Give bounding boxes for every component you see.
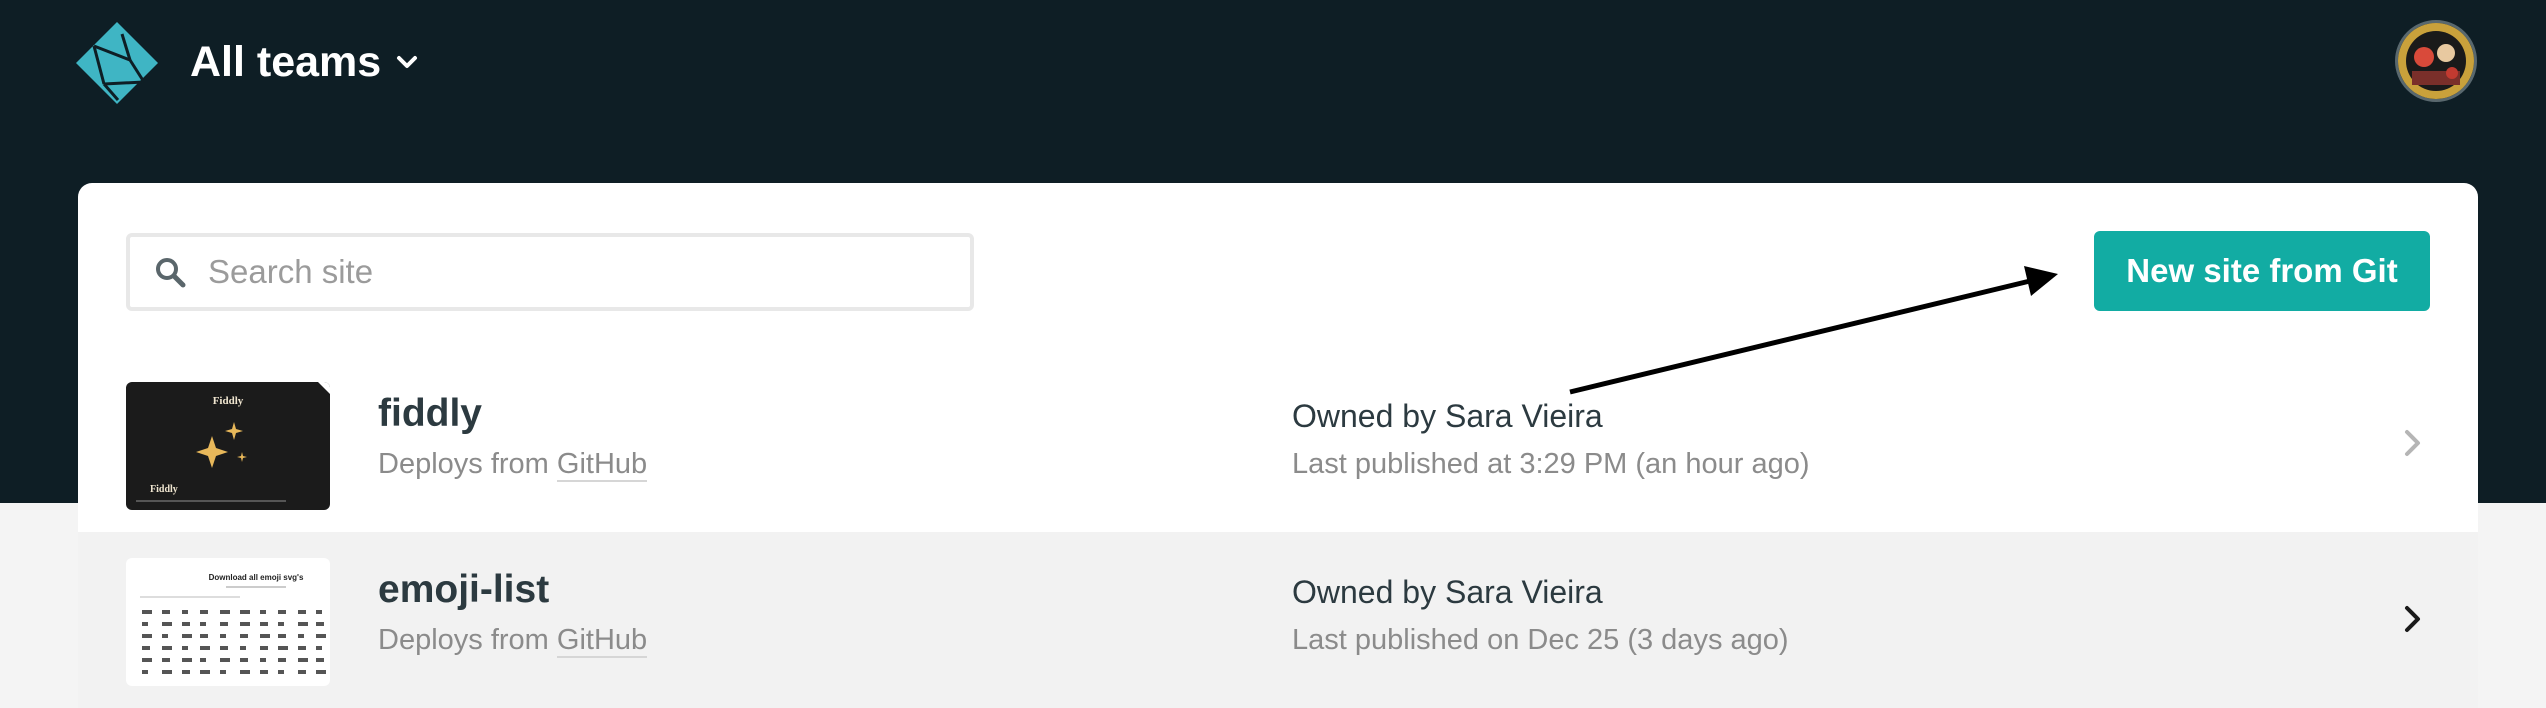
owner-prefix: Owned by bbox=[1292, 574, 1437, 610]
search-field[interactable] bbox=[126, 233, 974, 311]
deploy-source-link[interactable]: GitHub bbox=[556, 624, 648, 658]
site-deploy-info: Deploys from GitHub bbox=[378, 448, 648, 482]
owner-name: Sara Vieira bbox=[1444, 398, 1603, 434]
site-deploy-info: Deploys from GitHub bbox=[378, 624, 648, 658]
deploy-prefix: Deploys from bbox=[378, 624, 549, 656]
search-input[interactable] bbox=[206, 252, 970, 292]
thumb-caption: Fiddly bbox=[150, 484, 178, 495]
site-name[interactable]: fiddly bbox=[378, 392, 482, 436]
chevron-right-icon bbox=[2405, 606, 2420, 632]
deploy-source-link[interactable]: GitHub bbox=[556, 448, 648, 482]
netlify-logo-icon[interactable] bbox=[74, 20, 160, 106]
search-icon bbox=[156, 258, 186, 288]
owner-name: Sara Vieira bbox=[1444, 574, 1603, 610]
last-published: Last published at 3:29 PM (an hour ago) bbox=[1292, 448, 1810, 480]
chevron-right-icon bbox=[2405, 430, 2420, 456]
site-name[interactable]: emoji-list bbox=[378, 568, 549, 612]
site-owner: Owned by Sara Vieira bbox=[1292, 574, 1603, 611]
deploy-prefix: Deploys from bbox=[378, 448, 549, 480]
site-row-fiddly[interactable]: Fiddly Fiddly fiddly Deploys from GitHub… bbox=[78, 356, 2478, 532]
team-switcher-label: All teams bbox=[190, 37, 382, 86]
site-owner: Owned by Sara Vieira bbox=[1292, 398, 1603, 435]
thumb-title: Fiddly bbox=[213, 395, 244, 407]
site-thumbnail: Download all emoji svg's bbox=[126, 558, 330, 686]
site-thumbnail: Fiddly Fiddly bbox=[126, 382, 330, 510]
chevron-down-icon bbox=[397, 56, 418, 68]
site-row-emoji-list[interactable]: Download all emoji svg's emoji-list Depl… bbox=[78, 532, 2478, 708]
last-published: Last published on Dec 25 (3 days ago) bbox=[1292, 624, 1789, 656]
user-avatar[interactable] bbox=[2395, 20, 2477, 102]
new-site-from-git-button[interactable]: New site from Git bbox=[2094, 231, 2430, 311]
avatar-image bbox=[2398, 23, 2474, 99]
thumb-title: Download all emoji svg's bbox=[209, 573, 304, 582]
team-switcher[interactable]: All teams bbox=[190, 32, 419, 92]
owner-prefix: Owned by bbox=[1292, 398, 1437, 434]
